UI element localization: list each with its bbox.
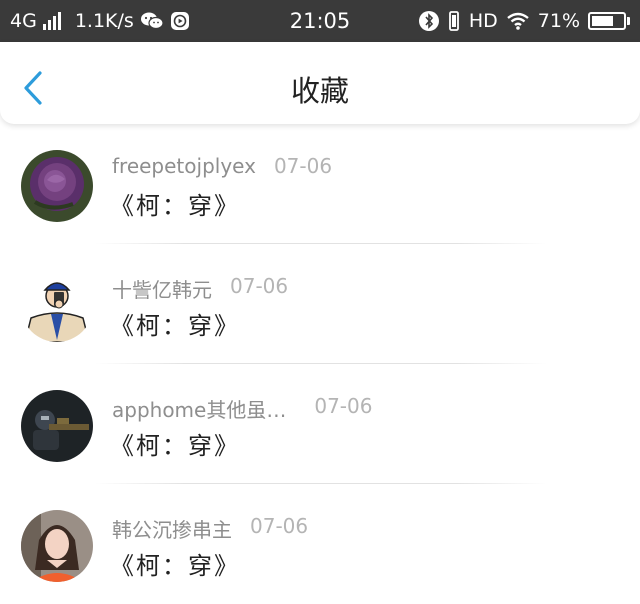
hd-badge: HD	[468, 10, 498, 32]
list-item[interactable]: apphome其他虽… 07-06 《柯：穿》	[0, 364, 640, 484]
author-name: 韩公沉掺串主	[112, 518, 232, 542]
list-item[interactable]: 十訾亿韩元 07-06 《柯：穿》	[0, 244, 640, 364]
item-title: 《柯：穿》	[110, 192, 240, 220]
list-item[interactable]: 韩公沉掺串主 07-06 《柯：穿》	[0, 484, 640, 604]
item-title: 《柯：穿》	[110, 552, 240, 580]
soldier-avatar-image	[21, 390, 93, 462]
item-meta: freepetojplyex 07-06	[112, 154, 332, 178]
author-name: 十訾亿韩元	[112, 278, 212, 302]
item-date: 07-06	[273, 154, 333, 178]
vibrate-icon	[448, 11, 459, 31]
status-right: HD 71%	[418, 10, 630, 32]
item-meta: 韩公沉掺串主 07-06	[112, 514, 308, 543]
favorites-list: freepetojplyex 07-06 《柯：穿》 十訾亿韩元 07-06 《…	[0, 124, 640, 604]
item-date: 07-06	[314, 394, 373, 418]
battery-percent: 71%	[537, 10, 580, 32]
author-name: apphome其他虽…	[112, 398, 287, 422]
portrait-avatar-image	[21, 510, 93, 582]
item-meta: 十訾亿韩元 07-06	[112, 274, 288, 303]
bluetooth-icon	[418, 11, 439, 31]
status-bar: 4G 1.1K/s 21:05 HD 71%	[0, 0, 640, 42]
wifi-icon	[507, 12, 529, 30]
item-meta: apphome其他虽… 07-06	[112, 394, 372, 423]
item-title: 《柯：穿》	[110, 312, 240, 340]
item-date: 07-06	[250, 514, 309, 538]
list-item[interactable]: freepetojplyex 07-06 《柯：穿》	[0, 124, 640, 244]
nav-bar: 收藏	[0, 42, 640, 124]
item-title: 《柯：穿》	[110, 432, 240, 460]
item-date: 07-06	[230, 274, 289, 298]
avatar[interactable]	[21, 390, 93, 462]
avatar[interactable]	[21, 270, 93, 342]
avatar[interactable]	[21, 150, 93, 222]
cartoon-avatar-image	[21, 270, 93, 342]
page-title: 收藏	[290, 74, 349, 108]
battery-icon	[588, 12, 630, 30]
author-name: freepetojplyex	[112, 154, 256, 178]
rose-avatar-image	[21, 150, 93, 222]
avatar[interactable]	[21, 510, 93, 582]
